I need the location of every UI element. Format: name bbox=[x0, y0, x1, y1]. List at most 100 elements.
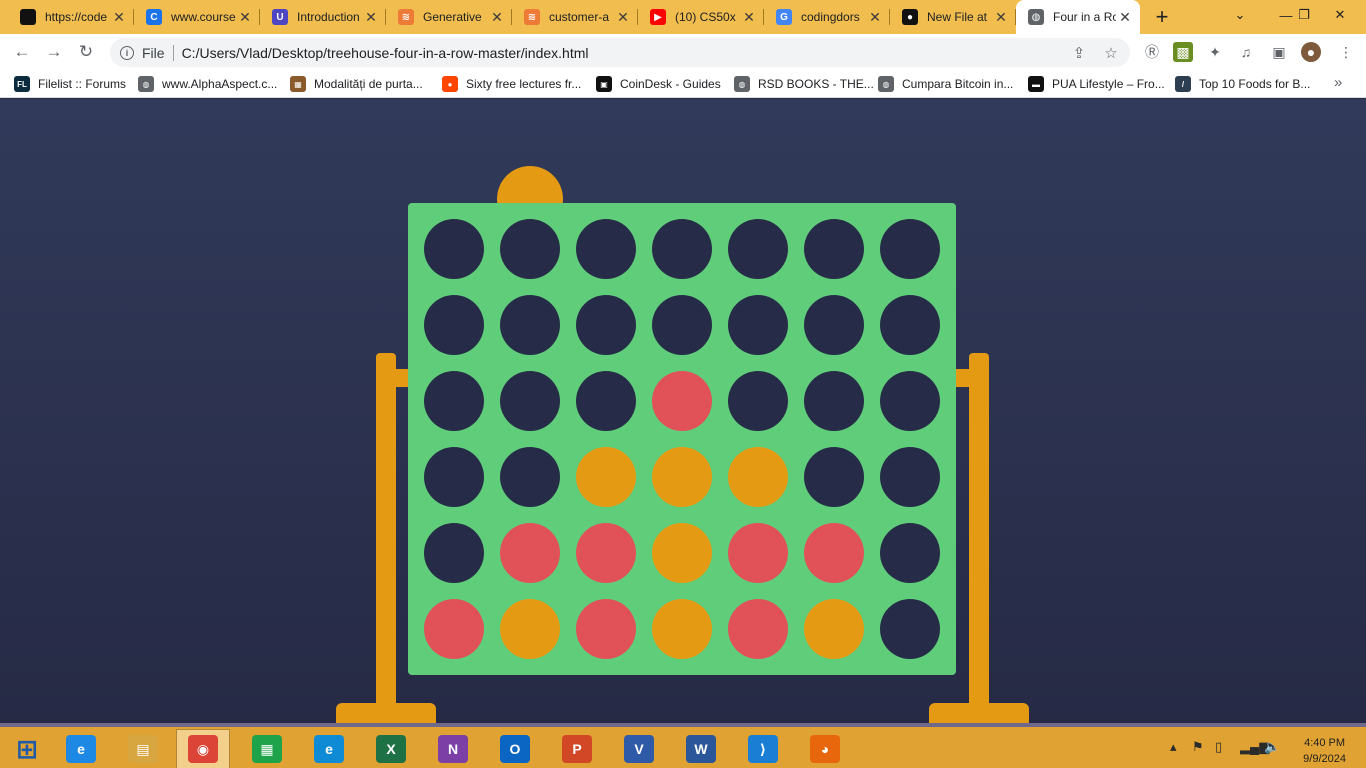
game-board[interactable] bbox=[408, 203, 956, 675]
red-disc[interactable] bbox=[576, 599, 636, 659]
yellow-disc[interactable] bbox=[500, 599, 560, 659]
red-disc[interactable] bbox=[576, 523, 636, 583]
forward-button[interactable]: → bbox=[42, 40, 66, 64]
yellow-disc[interactable] bbox=[728, 447, 788, 507]
browser-tab[interactable]: ≋ Generative ✕ bbox=[386, 0, 512, 34]
action-center-flag-icon[interactable]: ⚑ bbox=[1192, 739, 1204, 755]
empty-slot[interactable] bbox=[500, 371, 560, 431]
taskbar-start-button[interactable]: ⊞ bbox=[0, 729, 54, 768]
yellow-disc[interactable] bbox=[652, 599, 712, 659]
empty-slot[interactable] bbox=[500, 295, 560, 355]
empty-slot[interactable] bbox=[804, 219, 864, 279]
taskbar-explorer[interactable]: ▤ bbox=[116, 729, 170, 768]
empty-slot[interactable] bbox=[424, 371, 484, 431]
system-clock[interactable]: 4:40 PM 9/9/2024 bbox=[1303, 735, 1346, 767]
red-disc[interactable] bbox=[804, 523, 864, 583]
extension-r-icon[interactable]: Ⓡ bbox=[1142, 42, 1162, 62]
yellow-disc[interactable] bbox=[652, 523, 712, 583]
empty-slot[interactable] bbox=[500, 447, 560, 507]
browser-tab[interactable]: https://code ✕ bbox=[8, 0, 134, 34]
restore-button[interactable]: ❐ bbox=[1284, 0, 1324, 30]
site-info-icon[interactable]: i bbox=[120, 45, 134, 60]
yellow-disc[interactable] bbox=[804, 599, 864, 659]
empty-slot[interactable] bbox=[652, 295, 712, 355]
new-tab-button[interactable]: + bbox=[1150, 4, 1174, 29]
menu-kebab-icon[interactable]: ⋮ bbox=[1336, 42, 1356, 62]
red-disc[interactable] bbox=[500, 523, 560, 583]
more-bookmarks-icon[interactable]: » bbox=[1334, 74, 1342, 91]
taskbar-outlook[interactable]: O bbox=[488, 729, 542, 768]
bookmark-item[interactable]: ◍ Cumpara Bitcoin in... bbox=[878, 75, 1013, 93]
back-button[interactable]: ← bbox=[10, 40, 34, 64]
extension-colorful-icon[interactable]: ▩ bbox=[1173, 42, 1193, 62]
taskbar-onenote[interactable]: N bbox=[426, 729, 480, 768]
yellow-disc[interactable] bbox=[652, 447, 712, 507]
empty-slot[interactable] bbox=[728, 295, 788, 355]
empty-slot[interactable] bbox=[424, 295, 484, 355]
bookmark-item[interactable]: ▣ CoinDesk - Guides bbox=[596, 75, 721, 93]
taskbar-powerpoint[interactable]: P bbox=[550, 729, 604, 768]
share-icon[interactable]: ⇪ bbox=[1068, 42, 1090, 64]
empty-slot[interactable] bbox=[804, 295, 864, 355]
profile-avatar-icon[interactable]: ● bbox=[1301, 42, 1321, 62]
media-control-icon[interactable]: ♫ bbox=[1236, 42, 1256, 62]
taskbar-visio[interactable]: V bbox=[612, 729, 666, 768]
empty-slot[interactable] bbox=[424, 523, 484, 583]
bookmark-item[interactable]: ● Sixty free lectures fr... bbox=[442, 75, 581, 93]
bookmark-item[interactable]: / Top 10 Foods for B... bbox=[1175, 75, 1310, 93]
bookmark-item[interactable]: ▦ Modalități de purta... bbox=[290, 75, 423, 93]
bookmark-item[interactable]: ▬ PUA Lifestyle – Fro... bbox=[1028, 75, 1165, 93]
empty-slot[interactable] bbox=[804, 371, 864, 431]
empty-slot[interactable] bbox=[880, 371, 940, 431]
empty-slot[interactable] bbox=[880, 599, 940, 659]
browser-tab[interactable]: Gcodingdors ✕ bbox=[764, 0, 890, 34]
empty-slot[interactable] bbox=[652, 219, 712, 279]
empty-slot[interactable] bbox=[424, 447, 484, 507]
battery-icon[interactable]: ▯ bbox=[1215, 739, 1222, 755]
tab-close-icon[interactable]: ✕ bbox=[362, 8, 380, 26]
reload-button[interactable]: ↻ bbox=[74, 40, 98, 64]
address-url[interactable]: C:/Users/Vlad/Desktop/treehouse-four-in-… bbox=[182, 45, 589, 61]
empty-slot[interactable] bbox=[424, 219, 484, 279]
taskbar-edge[interactable]: e bbox=[302, 729, 356, 768]
tab-close-icon[interactable]: ✕ bbox=[110, 8, 128, 26]
extensions-puzzle-icon[interactable]: ✦ bbox=[1205, 42, 1225, 62]
tab-close-icon[interactable]: ✕ bbox=[740, 8, 758, 26]
taskbar-firefox[interactable]: ◕ bbox=[798, 729, 852, 768]
red-disc[interactable] bbox=[728, 599, 788, 659]
taskbar-word[interactable]: W bbox=[674, 729, 728, 768]
empty-slot[interactable] bbox=[576, 219, 636, 279]
tab-close-icon[interactable]: ✕ bbox=[614, 8, 632, 26]
tab-close-icon[interactable]: ✕ bbox=[236, 8, 254, 26]
tab-search-chevron-icon[interactable]: ⌄ bbox=[1220, 0, 1260, 30]
bookmark-star-icon[interactable]: ☆ bbox=[1100, 42, 1122, 64]
empty-slot[interactable] bbox=[880, 447, 940, 507]
yellow-disc[interactable] bbox=[576, 447, 636, 507]
bookmark-item[interactable]: FL Filelist :: Forums bbox=[14, 75, 126, 93]
tab-close-icon[interactable]: ✕ bbox=[1116, 8, 1134, 26]
bookmark-item[interactable]: ◍ RSD BOOKS - THE... bbox=[734, 75, 874, 93]
empty-slot[interactable] bbox=[500, 219, 560, 279]
empty-slot[interactable] bbox=[576, 371, 636, 431]
volume-icon[interactable]: 🔈 bbox=[1264, 739, 1280, 755]
empty-slot[interactable] bbox=[728, 219, 788, 279]
address-bar[interactable]: i File C:/Users/Vlad/Desktop/treehouse-f… bbox=[110, 38, 1130, 67]
red-disc[interactable] bbox=[424, 599, 484, 659]
taskbar-chrome[interactable]: ◉ bbox=[176, 729, 230, 768]
browser-tab[interactable]: ▶ (10) CS50x ✕ bbox=[638, 0, 764, 34]
tab-close-icon[interactable]: ✕ bbox=[488, 8, 506, 26]
browser-tab[interactable]: ◍ Four in a Ro ✕ bbox=[1016, 0, 1140, 34]
taskbar-store[interactable]: ▦ bbox=[240, 729, 294, 768]
browser-tab[interactable]: Cwww.courses ✕ bbox=[134, 0, 260, 34]
browser-tab[interactable]: ● New File at ✕ bbox=[890, 0, 1016, 34]
taskbar-ie[interactable]: e bbox=[54, 729, 108, 768]
red-disc[interactable] bbox=[728, 523, 788, 583]
tab-close-icon[interactable]: ✕ bbox=[992, 8, 1010, 26]
red-disc[interactable] bbox=[652, 371, 712, 431]
show-hidden-icons[interactable]: ▴ bbox=[1170, 739, 1177, 755]
tab-close-icon[interactable]: ✕ bbox=[866, 8, 884, 26]
taskbar-excel[interactable]: X bbox=[364, 729, 418, 768]
empty-slot[interactable] bbox=[880, 219, 940, 279]
empty-slot[interactable] bbox=[576, 295, 636, 355]
browser-tab[interactable]: ≋ customer-a ✕ bbox=[512, 0, 638, 34]
